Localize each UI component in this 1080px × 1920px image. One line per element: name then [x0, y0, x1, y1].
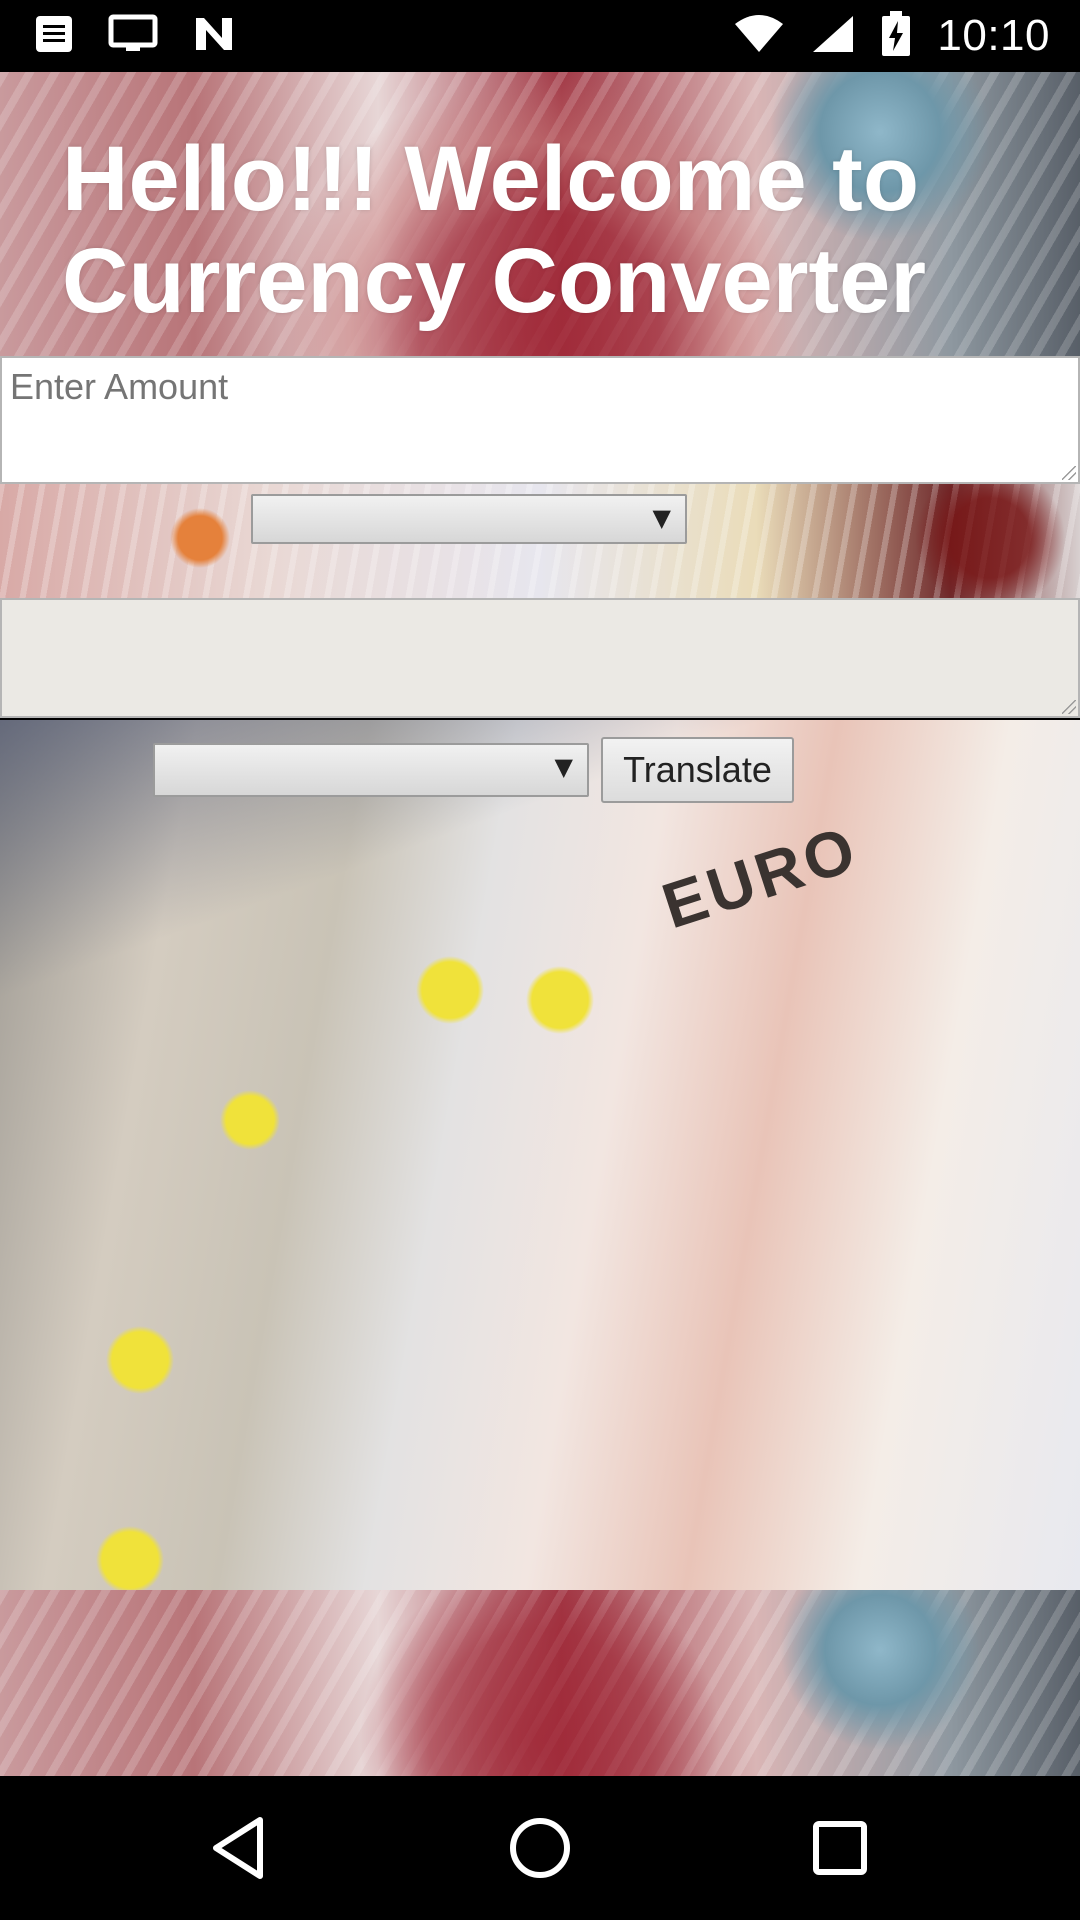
signal-icon [811, 14, 855, 58]
resize-grip-icon[interactable] [1062, 700, 1076, 714]
translate-button[interactable]: Translate [601, 737, 794, 803]
app-content: EURO Hello!!! Welcome to Currency Conver… [0, 72, 1080, 1776]
monitor-icon [108, 14, 158, 58]
from-currency-select[interactable]: ▼ [251, 494, 687, 544]
n-app-icon [192, 14, 236, 58]
navigation-bar [0, 1776, 1080, 1920]
amount-input-placeholder: Enter Amount [10, 366, 229, 407]
page-title: Hello!!! Welcome to Currency Converter [62, 128, 927, 332]
wifi-icon [733, 14, 785, 58]
status-bar: 10:10 [0, 0, 1080, 72]
banknote-background-bottom [0, 1590, 1080, 1776]
home-icon[interactable] [504, 1812, 576, 1884]
euro-banknote-background: EURO [0, 720, 1080, 1590]
clock: 10:10 [937, 11, 1050, 60]
battery-charging-icon [881, 11, 911, 61]
dropdown-arrow-icon: ▼ [554, 753, 573, 781]
amount-input[interactable]: Enter Amount [0, 356, 1080, 484]
recents-icon[interactable] [804, 1812, 876, 1884]
result-output[interactable] [0, 598, 1080, 718]
dropdown-arrow-icon: ▼ [652, 504, 671, 532]
banknote-text: EURO [653, 811, 868, 943]
to-currency-select[interactable]: ▼ [153, 743, 589, 797]
notes-icon [34, 14, 74, 58]
back-icon[interactable] [204, 1812, 276, 1884]
resize-grip-icon[interactable] [1062, 466, 1076, 480]
